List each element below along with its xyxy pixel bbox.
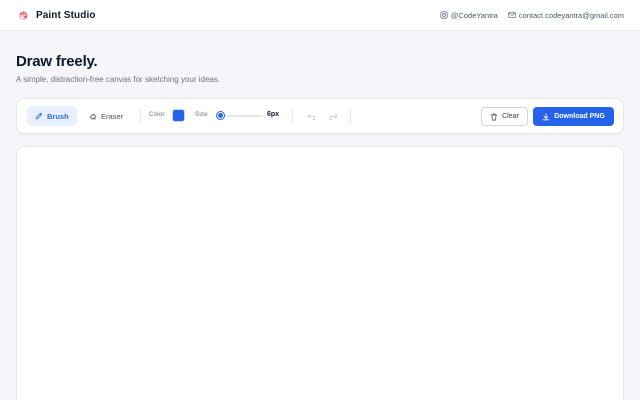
size-slider-thumb[interactable] — [216, 112, 224, 119]
email-link[interactable]: contact.codeyantra@gmail.com — [508, 11, 624, 20]
size-value: 6px — [267, 111, 280, 118]
size-label: Size — [195, 111, 208, 118]
pencil-icon — [35, 112, 43, 120]
eraser-tool-button[interactable]: Eraser — [81, 106, 131, 126]
size-slider-track[interactable] — [218, 115, 263, 117]
redo-button[interactable] — [327, 110, 339, 122]
download-icon — [542, 112, 550, 120]
page-subtitle: A simple, distraction-free canvas for sk… — [16, 75, 221, 84]
undo-button[interactable] — [305, 110, 317, 122]
color-label: Color — [149, 111, 165, 118]
undo-icon — [307, 113, 315, 120]
color-picker[interactable] — [172, 109, 185, 122]
instagram-link[interactable]: @CodeYantra — [440, 11, 498, 20]
palette-icon — [19, 10, 28, 20]
eraser-label: Eraser — [101, 111, 124, 121]
eraser-icon — [89, 113, 97, 120]
mail-icon — [508, 12, 516, 18]
email-address: contact.codeyantra@gmail.com — [518, 10, 624, 20]
toolbar-divider — [140, 109, 141, 124]
contact-links: @CodeYantra contact.codeyantra@gmail.com — [440, 11, 624, 20]
instagram-icon — [440, 11, 448, 19]
toolbar: Brush Eraser Color Size 6px Clear Downlo… — [16, 98, 624, 134]
trash-icon — [490, 113, 498, 120]
drawing-canvas[interactable] — [16, 146, 624, 400]
top-bar: Paint Studio @CodeYantra contact.codeyan… — [0, 0, 640, 31]
app-name: Paint Studio — [36, 9, 96, 21]
brand[interactable]: Paint Studio — [17, 9, 96, 22]
redo-icon — [329, 113, 337, 120]
brush-tool-button[interactable]: Brush — [27, 106, 77, 126]
clear-label: Clear — [502, 113, 519, 120]
toolbar-divider — [292, 109, 293, 124]
download-label: Download PNG — [554, 113, 605, 120]
toolbar-divider — [350, 109, 351, 124]
brush-label: Brush — [47, 111, 69, 121]
download-png-button[interactable]: Download PNG — [533, 107, 614, 126]
clear-button[interactable]: Clear — [481, 107, 528, 126]
page-title: Draw freely. — [16, 53, 98, 70]
social-handle: @CodeYantra — [450, 10, 498, 20]
